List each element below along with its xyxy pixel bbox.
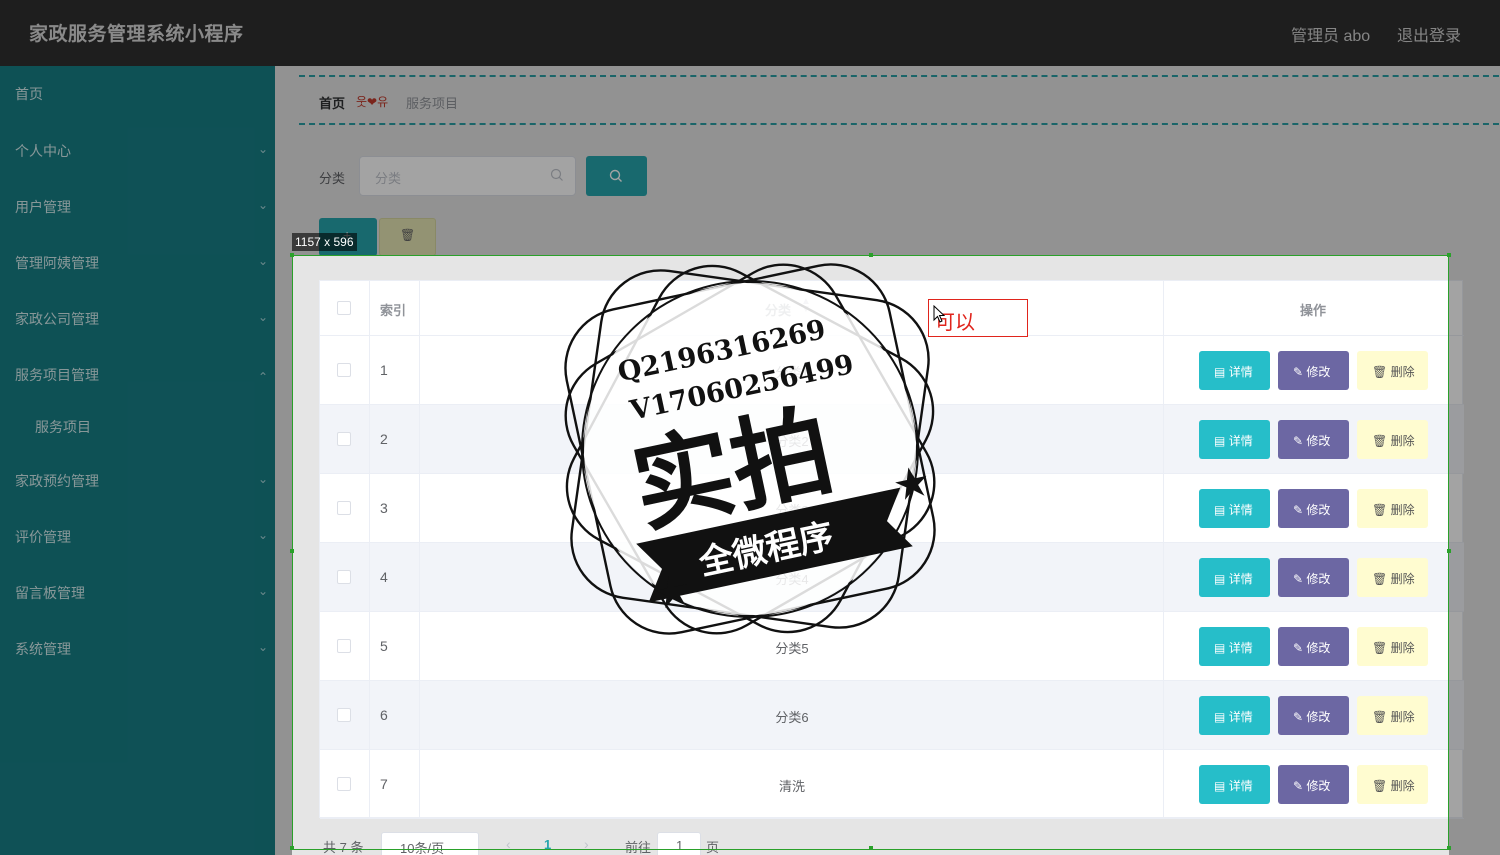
capture-dim-left xyxy=(0,255,292,855)
capture-handle[interactable] xyxy=(1447,846,1451,850)
watermark-stamp: Q2196316269 V17060256499 实拍 全微程序 xyxy=(564,263,936,635)
capture-handle[interactable] xyxy=(290,549,294,553)
capture-handle[interactable] xyxy=(290,846,294,850)
capture-handle[interactable] xyxy=(290,253,294,257)
capture-handle[interactable] xyxy=(1447,549,1451,553)
capture-dim-top xyxy=(0,0,1500,255)
capture-handle[interactable] xyxy=(1447,253,1451,257)
capture-size-label: 1157 x 596 xyxy=(292,233,357,251)
capture-handle[interactable] xyxy=(869,846,873,850)
capture-dim-right xyxy=(1449,255,1500,855)
